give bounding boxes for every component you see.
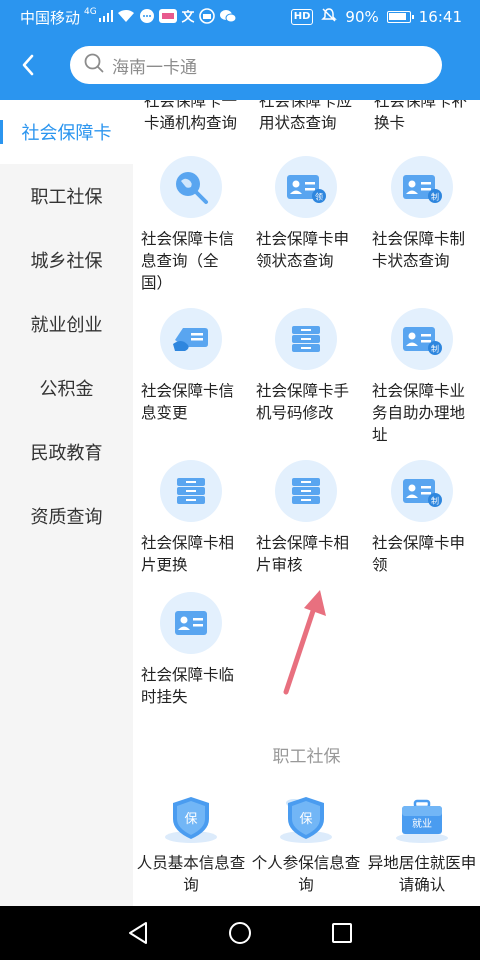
service-item-label: 社会保障卡信息变更: [141, 382, 235, 422]
pay-icon: [198, 8, 215, 27]
sidebar-item-civil-education[interactable]: 民政教育: [0, 420, 133, 484]
search-input[interactable]: 海南一卡通: [70, 46, 442, 84]
chevron-left-icon: [22, 54, 34, 76]
badge-text: 就业: [412, 817, 432, 830]
sidebar-item-label: 社会保障卡: [21, 123, 112, 144]
sidebar-item-urban-rural-insurance[interactable]: 城乡社保: [0, 228, 133, 292]
card-receive-icon: 领: [275, 156, 337, 218]
service-grid: 社会保障卡一卡通机构查询 社会保障卡应用状态查询 社会保障卡补换卡 社会保障卡信…: [133, 100, 480, 906]
service-item-remote-medical-apply[interactable]: 就业 异地居住就医申请确认: [364, 792, 480, 896]
sidebar-item-social-security-card[interactable]: 社会保障卡: [0, 100, 133, 164]
sidebar-item-label: 资质查询: [30, 507, 103, 528]
circle-home-icon: [229, 922, 251, 944]
back-button[interactable]: [14, 48, 42, 82]
status-bar: 中国移动 4G HD 90% 16:41: [0, 0, 480, 34]
badge-text: 制: [431, 344, 439, 354]
mute-icon: [321, 7, 338, 26]
active-indicator: [0, 120, 3, 144]
service-item-label: 社会保障卡相片审核: [256, 534, 350, 574]
sidebar-item-housing-fund[interactable]: 公积金: [0, 356, 133, 420]
service-item-card-replacement[interactable]: 社会保障卡补换卡: [374, 100, 474, 134]
service-item-self-service-address[interactable]: 制 社会保障卡业务自助办理地址: [364, 308, 480, 446]
category-sidebar: 社会保障卡 职工社保 城乡社保 就业创业 公积金 民政教育 资质查询: [0, 100, 133, 906]
section-title-employee-insurance: 职工社保: [272, 747, 341, 767]
service-item-label: 社会保障卡申领状态查询: [256, 230, 350, 270]
service-item-label: 人员基本信息查询: [136, 854, 246, 894]
sidebar-item-employee-insurance[interactable]: 职工社保: [0, 164, 133, 228]
wifi-icon: [117, 9, 135, 26]
search-globe-icon: [160, 156, 222, 218]
sidebar-item-label: 民政教育: [30, 443, 103, 464]
sidebar-item-label: 职工社保: [30, 187, 103, 208]
service-item-make-status-query[interactable]: 制 社会保障卡制卡状态查询: [364, 156, 480, 272]
service-item-label: 社会保障卡制卡状态查询: [372, 230, 466, 270]
app-notification-icon: [158, 9, 177, 26]
badge-text: 制: [431, 192, 439, 202]
service-item-card-status-query[interactable]: 社会保障卡应用状态查询: [259, 100, 359, 134]
service-item-photo-review[interactable]: 社会保障卡相片审核: [248, 460, 364, 576]
service-item-label: 社会保障卡申领: [372, 534, 466, 574]
nav-back-button[interactable]: [124, 919, 152, 947]
battery-percent: 90%: [345, 7, 379, 26]
sidebar-item-employment[interactable]: 就业创业: [0, 292, 133, 356]
card-make-icon: 制: [391, 308, 453, 370]
service-item-label: 社会保障卡信息查询（全国）: [141, 230, 235, 292]
sidebar-item-label: 就业创业: [30, 315, 103, 336]
briefcase-icon: 就业: [387, 792, 457, 846]
card-make-icon: 制: [391, 156, 453, 218]
nav-recents-button[interactable]: [328, 919, 356, 947]
service-item-label: 个人参保信息查询: [251, 854, 361, 894]
status-left: 中国移动 4G: [20, 7, 237, 28]
service-item-card-agency-query[interactable]: 社会保障卡一卡通机构查询: [144, 100, 244, 134]
badge-text: 制: [431, 496, 439, 506]
search-placeholder: 海南一卡通: [112, 57, 197, 78]
system-nav-bar: [0, 906, 480, 960]
wechat-icon: [219, 9, 237, 26]
service-item-apply-status-query[interactable]: 领 社会保障卡申领状态查询: [248, 156, 364, 272]
annotation-arrow: [283, 590, 326, 695]
server-icon: [275, 308, 337, 370]
square-recents-icon: [332, 923, 352, 943]
service-item-card-apply[interactable]: 制 社会保障卡申领: [364, 460, 480, 576]
service-item-personal-info-query[interactable]: 保 人员基本信息查询: [133, 792, 249, 896]
sidebar-item-qualification-query[interactable]: 资质查询: [0, 484, 133, 548]
service-item-phone-change[interactable]: 社会保障卡手机号码修改: [248, 308, 364, 424]
service-item-label: 社会保障卡手机号码修改: [256, 382, 350, 422]
service-item-insurance-info-query[interactable]: 保 个人参保信息查询: [248, 792, 364, 896]
service-item-label: 异地居住就医申请确认: [367, 854, 477, 894]
sidebar-item-label: 城乡社保: [30, 251, 103, 272]
clock: 16:41: [418, 7, 462, 26]
shield-icon: 保: [156, 792, 226, 846]
translate-icon: [181, 9, 195, 26]
card-edit-icon: [160, 308, 222, 370]
service-item-label: 社会保障卡业务自助办理地址: [372, 382, 466, 444]
hd-badge: HD: [290, 8, 314, 25]
badge-text: 保: [184, 812, 197, 827]
status-right: HD 90% 16:41: [290, 7, 462, 26]
badge-text: 保: [299, 812, 312, 827]
id-card-icon: [160, 592, 222, 654]
service-item-info-change[interactable]: 社会保障卡信息变更: [133, 308, 249, 424]
server-icon: [160, 460, 222, 522]
service-item-label: 社会保障卡相片更换: [141, 534, 235, 574]
server-icon: [275, 460, 337, 522]
card-make-icon: 制: [391, 460, 453, 522]
signal-icon: [98, 10, 113, 25]
network-type: 4G: [84, 6, 97, 17]
service-item-label: 社会保障卡临时挂失: [141, 666, 235, 706]
service-item-temp-loss-report[interactable]: 社会保障卡临时挂失: [133, 592, 249, 708]
nav-home-button[interactable]: [226, 919, 254, 947]
triangle-back-icon: [129, 922, 147, 944]
sidebar-item-label: 公积金: [39, 379, 94, 400]
shield-icon: 保: [271, 792, 341, 846]
battery-icon: [386, 10, 414, 23]
message-icon: [139, 8, 155, 27]
service-item-card-info-query[interactable]: 社会保障卡信息查询（全国）: [133, 156, 249, 294]
header: 中国移动 4G HD 90% 16:41 海南一卡通: [0, 0, 480, 100]
badge-text: 领: [315, 192, 323, 202]
search-icon: [84, 53, 104, 77]
carrier-label: 中国移动: [20, 9, 81, 27]
service-item-photo-replace[interactable]: 社会保障卡相片更换: [133, 460, 249, 576]
